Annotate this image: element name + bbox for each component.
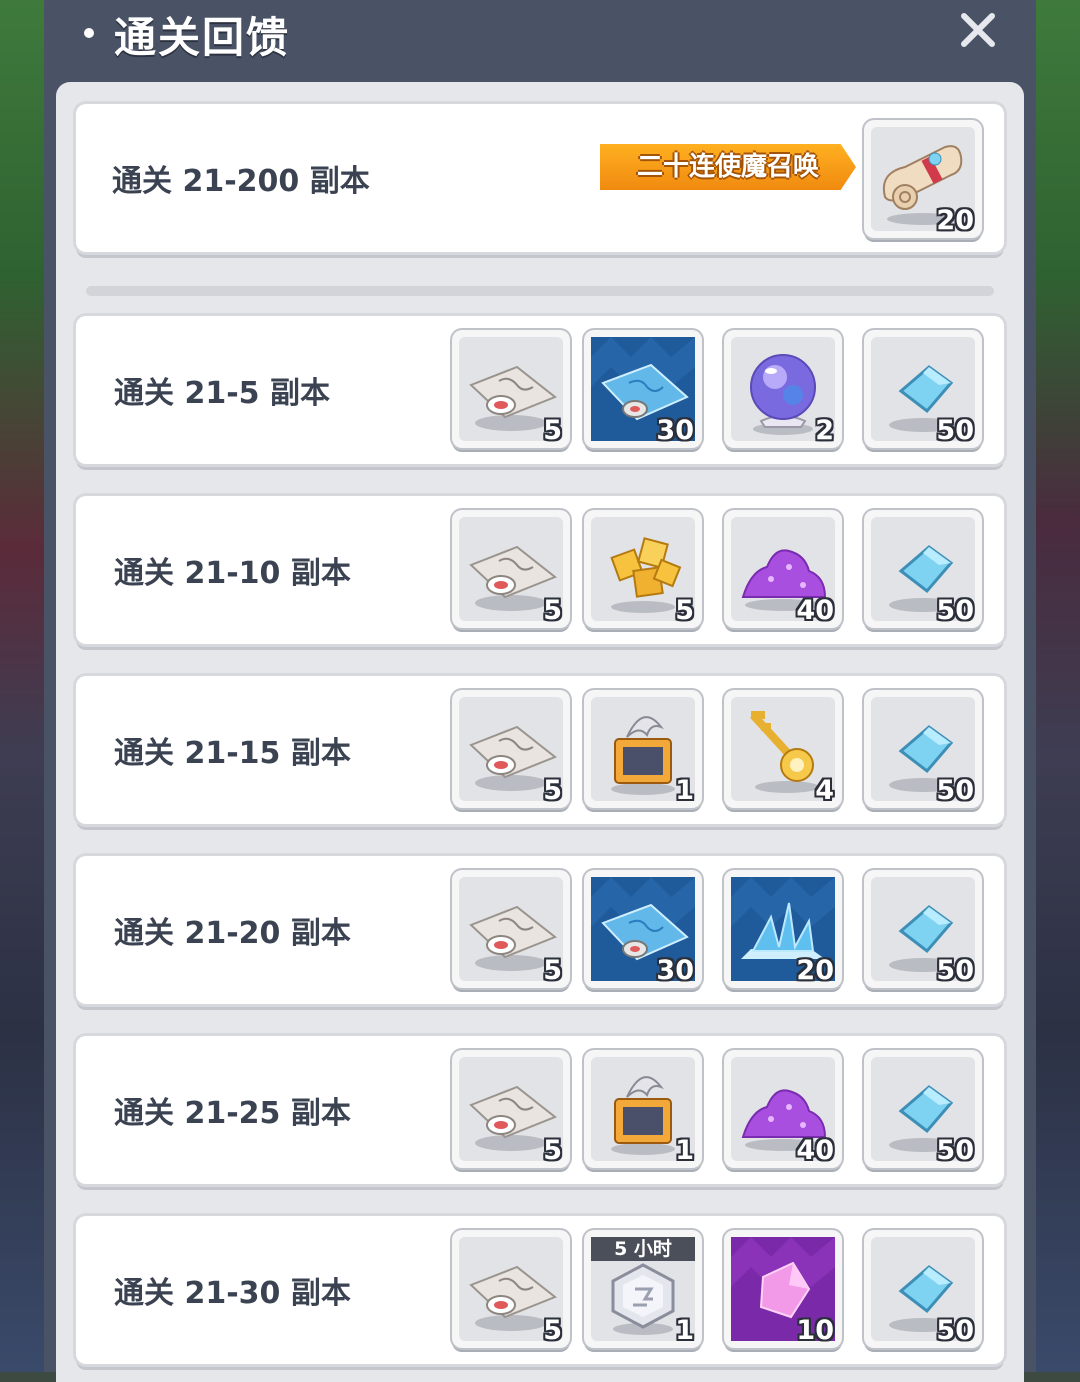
item-count: 50 bbox=[936, 955, 974, 986]
reward-row-21-5: 通关 21-5 副本 5 30 2 50 bbox=[76, 316, 1004, 464]
item-count: 20 bbox=[796, 955, 834, 986]
reward-item[interactable]: 5 bbox=[452, 1230, 570, 1348]
reward-item[interactable]: 50 bbox=[864, 330, 982, 448]
reward-item[interactable]: 10 bbox=[724, 1230, 842, 1348]
item-count: 5 bbox=[543, 1135, 562, 1166]
item-count: 30 bbox=[656, 955, 694, 986]
item-count: 5 bbox=[543, 415, 562, 446]
reward-row-label: 通关 21-200 副本 bbox=[112, 164, 370, 199]
reward-item[interactable]: 40 bbox=[724, 1050, 842, 1168]
item-count: 5 bbox=[543, 1315, 562, 1346]
section-divider bbox=[86, 286, 994, 296]
item-count: 50 bbox=[936, 415, 974, 446]
summon-tag: 二十连使魔召唤 bbox=[600, 144, 856, 190]
item-count: 1 bbox=[675, 1135, 694, 1166]
reward-row-21-20: 通关 21-20 副本 5 30 20 50 bbox=[76, 856, 1004, 1004]
item-count: 50 bbox=[936, 1315, 974, 1346]
page-title: 通关回馈 bbox=[114, 13, 291, 62]
reward-item[interactable]: 30 bbox=[584, 330, 702, 448]
item-count: 50 bbox=[936, 775, 974, 806]
background-right bbox=[1034, 0, 1080, 1372]
reward-row-label: 通关 21-30 副本 bbox=[114, 1276, 351, 1311]
reward-item[interactable]: 1 bbox=[584, 690, 702, 808]
reward-item[interactable]: 50 bbox=[864, 1050, 982, 1168]
reward-item[interactable]: 5 bbox=[452, 330, 570, 448]
reward-item[interactable]: 5 bbox=[452, 690, 570, 808]
reward-item[interactable]: 1 bbox=[584, 1050, 702, 1168]
item-count: 1 bbox=[675, 1315, 694, 1346]
reward-list[interactable]: 通关 21-200 副本 二十连使魔召唤 20 通关 21-5 副本 5 30 bbox=[56, 82, 1024, 1382]
reward-row-label: 通关 21-15 副本 bbox=[114, 736, 351, 771]
reward-item[interactable]: 5 bbox=[452, 1050, 570, 1168]
item-count: 5 bbox=[675, 595, 694, 626]
panel-header: 通关回馈 bbox=[44, 0, 1036, 80]
item-count: 5 bbox=[543, 595, 562, 626]
item-count: 30 bbox=[656, 415, 694, 446]
title-bullet bbox=[84, 28, 94, 38]
reward-item[interactable]: 5 bbox=[584, 510, 702, 628]
item-count: 40 bbox=[796, 1135, 834, 1166]
reward-row-label: 通关 21-20 副本 bbox=[114, 916, 351, 951]
reward-item[interactable]: 2 bbox=[724, 330, 842, 448]
reward-row-21-15: 通关 21-15 副本 5 1 4 50 bbox=[76, 676, 1004, 824]
reward-item[interactable]: 50 bbox=[864, 510, 982, 628]
reward-item[interactable]: 40 bbox=[724, 510, 842, 628]
close-button[interactable] bbox=[956, 8, 1000, 52]
item-count: 10 bbox=[796, 1315, 834, 1346]
reward-item[interactable]: 20 bbox=[724, 870, 842, 988]
item-count: 4 bbox=[815, 775, 834, 806]
reward-item[interactable]: 50 bbox=[864, 1230, 982, 1348]
reward-item[interactable]: 5 bbox=[452, 510, 570, 628]
rewards-panel: 通关回馈 通关 21-200 副本 二十连使魔召唤 20 通关 21-5 副本 bbox=[44, 0, 1036, 1382]
reward-row-label: 通关 21-25 副本 bbox=[114, 1096, 351, 1131]
reward-item[interactable]: 30 bbox=[584, 870, 702, 988]
item-count: 50 bbox=[936, 595, 974, 626]
background-left bbox=[0, 0, 46, 1372]
reward-item[interactable]: 4 bbox=[724, 690, 842, 808]
item-count: 50 bbox=[936, 1135, 974, 1166]
reward-item-scroll[interactable]: 20 bbox=[864, 120, 982, 238]
reward-row-21-200: 通关 21-200 副本 二十连使魔召唤 20 bbox=[76, 104, 1004, 252]
item-count: 5 bbox=[543, 775, 562, 806]
reward-item[interactable]: 50 bbox=[864, 870, 982, 988]
timer-badge: 5 小时 bbox=[591, 1237, 695, 1261]
reward-row-21-10: 通关 21-10 副本 5 5 40 50 bbox=[76, 496, 1004, 644]
reward-row-21-30: 通关 21-30 副本 5 5 小时 1 10 50 bbox=[76, 1216, 1004, 1364]
item-count: 2 bbox=[815, 415, 834, 446]
reward-row-21-25: 通关 21-25 副本 5 1 40 50 bbox=[76, 1036, 1004, 1184]
reward-item[interactable]: 5 bbox=[452, 870, 570, 988]
item-count: 1 bbox=[675, 775, 694, 806]
close-icon bbox=[961, 13, 995, 47]
item-count: 5 bbox=[543, 955, 562, 986]
reward-item[interactable]: 5 小时 1 bbox=[584, 1230, 702, 1348]
reward-item[interactable]: 50 bbox=[864, 690, 982, 808]
item-count: 20 bbox=[936, 205, 974, 236]
item-count: 40 bbox=[796, 595, 834, 626]
reward-row-label: 通关 21-5 副本 bbox=[114, 376, 330, 411]
reward-row-label: 通关 21-10 副本 bbox=[114, 556, 351, 591]
